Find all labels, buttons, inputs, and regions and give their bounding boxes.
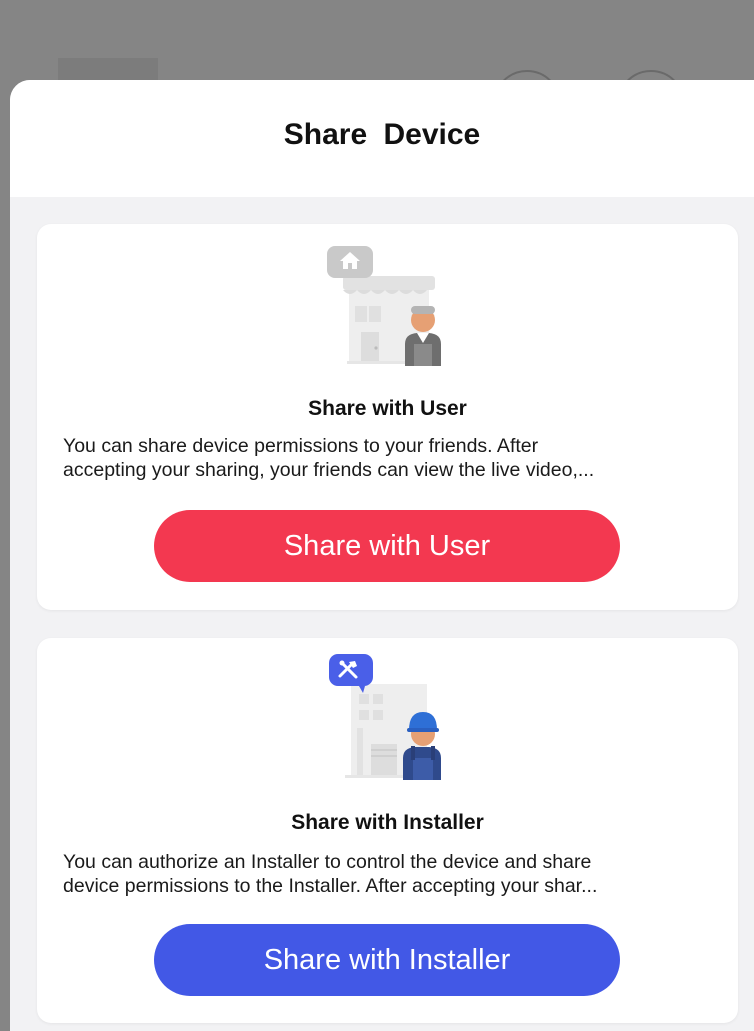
card-heading: Share with User — [308, 397, 467, 420]
card-description: You can share device permissions to your… — [63, 434, 713, 482]
description-line: You can share device permissions to your… — [63, 435, 539, 457]
share-with-user-card: Share with User You can share device per… — [37, 224, 738, 610]
card-heading: Share with Installer — [291, 811, 484, 834]
description-line: accepting your sharing, your friends can… — [63, 459, 595, 481]
card-description: You can authorize an Installer to contro… — [63, 850, 713, 898]
share-with-installer-card: Share with Installer You can authorize a… — [37, 638, 738, 1023]
home-icon — [327, 246, 373, 278]
share-with-installer-button[interactable]: Share with Installer — [154, 924, 620, 996]
sheet-header: Share Device — [10, 80, 754, 197]
installer-share-illustration — [329, 654, 441, 780]
description-line: device permissions to the Installer. Aft… — [63, 875, 598, 897]
user-share-illustration — [327, 246, 441, 366]
share-device-sheet: Share Device Share with User You can sha… — [10, 80, 754, 1031]
share-with-user-button[interactable]: Share with User — [154, 510, 620, 582]
sheet-title: Share Device — [283, 118, 481, 151]
description-line: You can authorize an Installer to contro… — [63, 851, 592, 873]
